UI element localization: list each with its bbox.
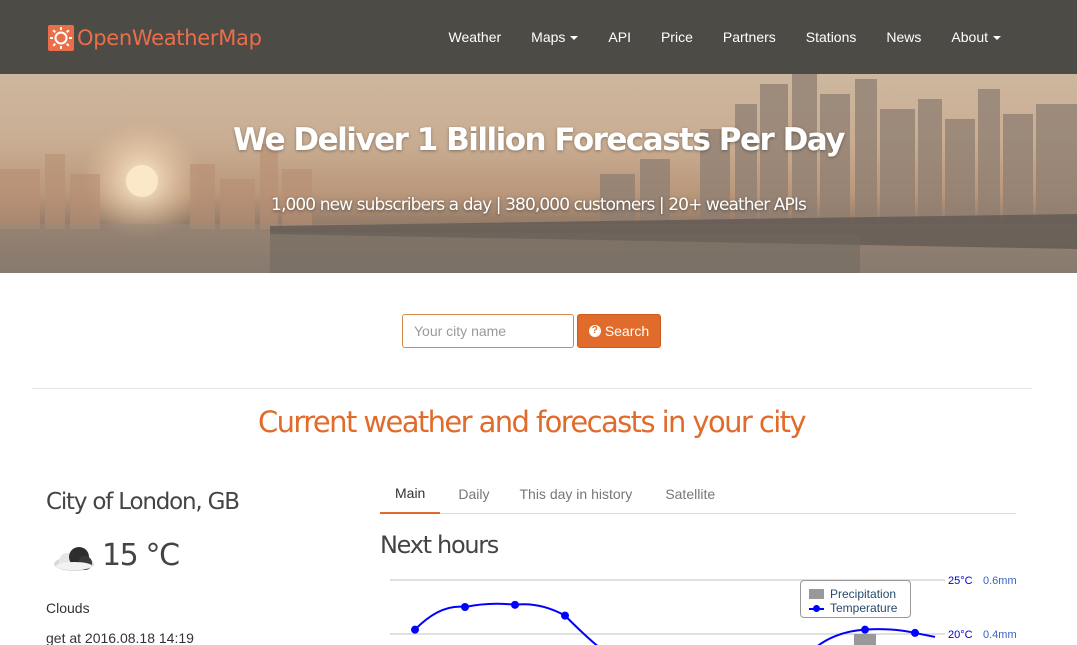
nav-weather[interactable]: Weather	[448, 29, 501, 45]
hero-banner: We Deliver 1 Billion Forecasts Per Day 1…	[0, 74, 1077, 273]
hero-subtitle: 1,000 new subscribers a day | 380,000 cu…	[271, 195, 807, 215]
nav-partners[interactable]: Partners	[723, 29, 776, 45]
tab-main[interactable]: Main	[380, 474, 441, 514]
nav-api[interactable]: API	[608, 29, 631, 45]
city-search-input[interactable]	[402, 314, 574, 348]
nav-about[interactable]: About	[951, 29, 1001, 45]
chart-legend: Precipitation Temperature	[800, 580, 911, 618]
weather-description: Clouds	[46, 600, 90, 616]
nav-maps-label: Maps	[531, 29, 566, 45]
brand-name: OpenWeatherMap	[77, 26, 262, 50]
search-button[interactable]: ? Search	[577, 314, 661, 348]
legend-temperature[interactable]: Temperature	[809, 601, 897, 615]
temperature-swatch	[809, 603, 824, 613]
nav-partners-label: Partners	[722, 29, 776, 45]
city-skyline-image	[0, 74, 1077, 273]
search-button-label: Search	[604, 323, 650, 339]
nav-news[interactable]: News	[886, 29, 921, 45]
temperature-point[interactable]	[911, 628, 919, 637]
legend-precipitation-label: Precipitation	[830, 587, 897, 601]
nav-about-label: About	[951, 29, 988, 45]
temperature-point[interactable]	[461, 603, 469, 611]
tab-satellite[interactable]: Satellite	[650, 474, 730, 514]
legend-precipitation[interactable]: Precipitation	[809, 587, 896, 601]
legend-temperature-label: Temperature	[830, 601, 898, 615]
tab-daily[interactable]: Daily	[443, 474, 504, 514]
temperature-point[interactable]	[511, 600, 519, 609]
nav-price[interactable]: Price	[661, 29, 693, 45]
temperature-point[interactable]	[411, 625, 419, 634]
forecast-tabs: Main Daily This day in history Satellite	[380, 474, 1016, 514]
caret-down-icon	[570, 35, 579, 40]
y-tick-right-0-6: 0.6mm	[983, 575, 1017, 587]
next-hours-heading: Next hours	[380, 531, 499, 559]
top-navbar: OpenWeatherMap Weather Maps API Price Pa…	[0, 0, 1077, 74]
section-title: Current weather and forecasts in your ci…	[258, 405, 807, 439]
temperature-point[interactable]	[861, 625, 869, 634]
nav-price-label: Price	[660, 29, 693, 45]
y-tick-left-20: 20°C	[948, 629, 973, 641]
observation-time: get at 2016.08.18 14:19	[46, 630, 194, 645]
nav-news-label: News	[886, 29, 922, 45]
tab-this-day-in-history[interactable]: This day in history	[504, 474, 647, 514]
precipitation-bar	[854, 634, 876, 645]
caret-down-icon	[993, 35, 1001, 40]
sun-icon	[48, 25, 74, 51]
temperature-point[interactable]	[561, 611, 569, 620]
precipitation-swatch	[809, 589, 824, 599]
y-tick-right-0-4: 0.4mm	[983, 629, 1017, 641]
nav-api-label: API	[608, 29, 631, 45]
nav-stations[interactable]: Stations	[806, 29, 857, 45]
nav-weather-label: Weather	[448, 29, 502, 45]
current-temperature: 15 °C	[102, 538, 180, 573]
question-circle-icon: ?	[588, 325, 601, 337]
main-nav: Weather Maps API Price Partners Stations…	[418, 0, 1001, 74]
brand-logo[interactable]: OpenWeatherMap	[48, 25, 262, 51]
city-name: City of London, GB	[46, 489, 240, 515]
nav-stations-label: Stations	[805, 29, 857, 45]
hero-title: We Deliver 1 Billion Forecasts Per Day	[233, 122, 845, 158]
cloud-icon	[54, 547, 94, 571]
y-tick-left-25: 25°C	[948, 575, 973, 587]
section-divider	[32, 388, 1032, 389]
nav-maps[interactable]: Maps	[531, 29, 579, 45]
